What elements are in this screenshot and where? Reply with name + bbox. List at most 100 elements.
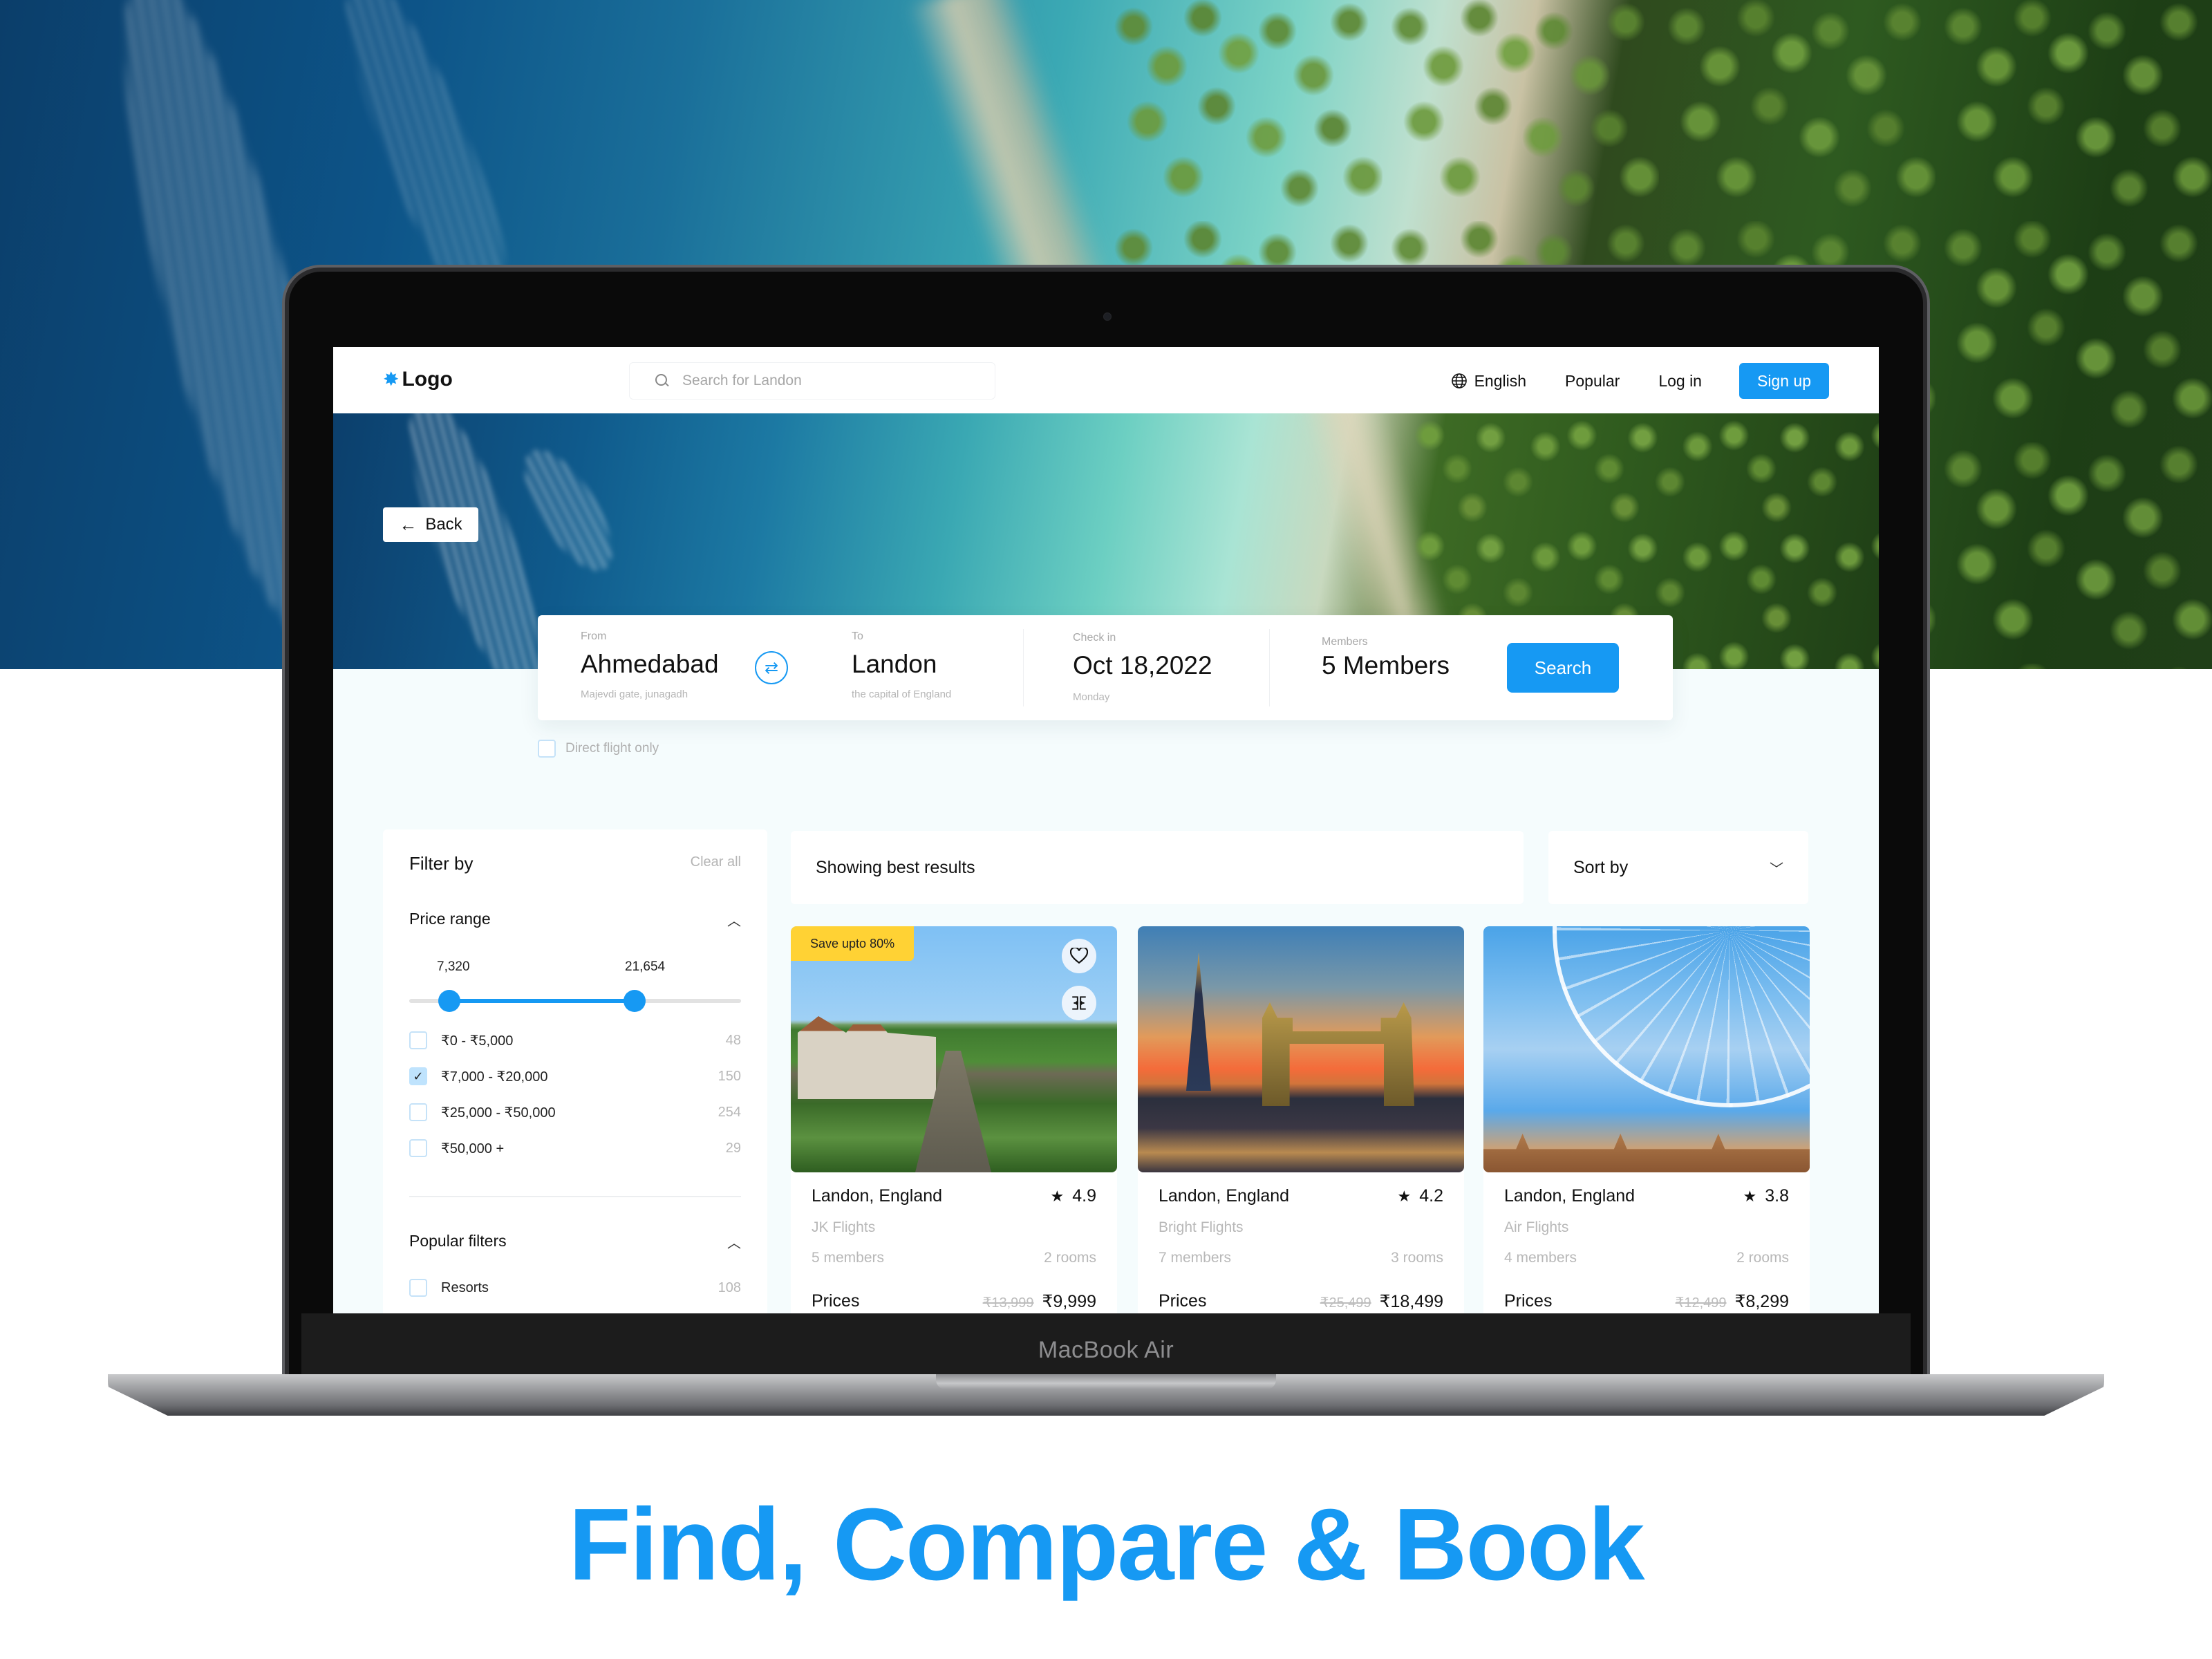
original-price: ₹12,499 [1675, 1295, 1727, 1311]
checkbox[interactable] [538, 740, 556, 758]
filter-option-label: ₹0 - ₹5,000 [441, 1033, 514, 1049]
card-title: Landon, England [812, 1186, 943, 1206]
card-members: 4 members [1504, 1250, 1577, 1266]
results-heading: Showing best results [816, 857, 975, 877]
card-prices-label: Prices [1159, 1291, 1207, 1311]
range-min-label: 7,320 [437, 959, 470, 974]
checkbox[interactable] [409, 1031, 427, 1049]
filter-title: Filter by [409, 853, 474, 874]
rating-value: 4.2 [1419, 1186, 1443, 1206]
card-rooms: 2 rooms [1736, 1250, 1789, 1266]
checkin-label: Check in [1073, 632, 1116, 644]
direct-flight-checkbox[interactable]: Direct flight only [538, 740, 659, 758]
signup-button[interactable]: Sign up [1738, 363, 1829, 399]
discount-badge: Save upto 80% [791, 926, 915, 961]
search-button[interactable]: Search [1507, 643, 1619, 693]
members-value: 5 Members [1322, 651, 1450, 679]
discounted-price: ₹8,299 [1734, 1292, 1789, 1311]
card-photo-london-eye [1483, 926, 1810, 1172]
card-rating: ★ 4.2 [1398, 1186, 1444, 1206]
webcam [1103, 312, 1112, 321]
card-rooms: 3 rooms [1391, 1250, 1443, 1266]
result-card[interactable]: Landon, England ★ 4.2 Bright Flights 7 me… [1138, 926, 1464, 1313]
surf-wave [508, 436, 628, 584]
star-icon: ★ [1050, 1187, 1065, 1205]
logo-text: Logo [402, 368, 453, 391]
favorite-button[interactable] [1062, 939, 1096, 973]
slider-thumb-min[interactable] [438, 990, 460, 1012]
card-prices-label: Prices [812, 1291, 860, 1311]
filter-option-label: ₹25,000 - ₹50,000 [441, 1105, 556, 1121]
filter-option[interactable]: Resorts 108 [409, 1277, 741, 1298]
card-price: ₹25,499 ₹18,499 [1320, 1291, 1443, 1312]
filter-option-count: 48 [725, 1032, 741, 1048]
compare-button[interactable] [1062, 986, 1096, 1020]
result-card[interactable]: Save upto 80% Landon, England ★ 4.9 JK Fl… [791, 926, 1117, 1313]
card-price: ₹13,999 ₹9,999 [983, 1291, 1096, 1312]
to-label: To [852, 630, 863, 642]
star-icon: ★ [1743, 1187, 1757, 1205]
filter-option-label: ₹7,000 - ₹20,000 [441, 1069, 548, 1085]
card-title: Landon, England [1159, 1186, 1290, 1206]
checkbox[interactable] [409, 1103, 427, 1121]
filter-option[interactable]: ₹25,000 - ₹50,000 254 [409, 1102, 741, 1123]
chevron-up-icon[interactable]: ︿ [727, 910, 741, 930]
card-members: 7 members [1159, 1250, 1232, 1266]
checkin-value: Oct 18,2022 [1073, 651, 1212, 679]
sort-dropdown[interactable]: Sort by ﹀ [1548, 831, 1808, 904]
globe-icon [1451, 373, 1467, 388]
price-range-values: 7,320 21,654 [409, 959, 741, 977]
result-card[interactable]: Landon, England ★ 3.8 Air Flights 4 membe… [1483, 926, 1810, 1313]
card-airline: JK Flights [812, 1219, 876, 1235]
original-price: ₹13,999 [982, 1295, 1034, 1311]
swap-locations-button[interactable]: ⇄ [755, 651, 788, 684]
checkbox-checked[interactable]: ✓ [409, 1067, 427, 1085]
discounted-price: ₹9,999 [1042, 1292, 1096, 1311]
nav-links: English Popular Log in Sign up [1451, 362, 1829, 400]
checkbox[interactable] [409, 1279, 427, 1297]
device-label: MacBook Air [1038, 1337, 1174, 1363]
to-subtext: the capital of England [852, 688, 952, 700]
laptop-notch [936, 1374, 1276, 1389]
from-value: Ahmedabad [581, 650, 719, 678]
card-prices-label: Prices [1504, 1291, 1553, 1311]
filter-option[interactable]: ₹50,000 + 29 [409, 1138, 741, 1159]
checkbox[interactable] [409, 1139, 427, 1157]
slider-fill [449, 999, 635, 1003]
original-price: ₹25,499 [1320, 1295, 1371, 1311]
direct-flight-label: Direct flight only [565, 741, 659, 756]
filter-option[interactable]: ✓ ₹7,000 - ₹20,000 150 [409, 1066, 741, 1087]
discounted-price: ₹18,499 [1379, 1292, 1443, 1311]
chevron-up-icon[interactable]: ︿ [727, 1232, 741, 1252]
from-subtext: Majevdi gate, junagadh [581, 688, 688, 700]
booking-search-card: From Ahmedabad Majevdi gate, junagadh ⇄ … [538, 615, 1673, 720]
back-button[interactable]: ← Back [383, 507, 478, 542]
clear-all-link[interactable]: Clear all [691, 854, 741, 870]
marketing-tagline: Find, Compare & Book [568, 1488, 1644, 1602]
divider [1269, 629, 1270, 706]
nav-popular-link[interactable]: Popular [1565, 372, 1620, 391]
logo[interactable]: ✸ Logo [383, 368, 453, 391]
filter-option-count: 254 [718, 1104, 741, 1120]
language-selector[interactable]: English [1451, 372, 1526, 391]
checkin-day: Monday [1073, 691, 1110, 703]
price-range-slider[interactable] [409, 987, 741, 1015]
card-airline: Bright Flights [1159, 1219, 1244, 1235]
filter-option[interactable]: ₹0 - ₹5,000 48 [409, 1030, 741, 1051]
swap-arrows-icon: ⇄ [764, 658, 779, 677]
filter-panel: Filter by Clear all Price range ︿ 7,320 … [383, 830, 767, 1313]
range-max-label: 21,654 [625, 959, 666, 974]
section-divider [409, 1196, 741, 1197]
search-input[interactable] [682, 373, 973, 389]
card-rooms: 2 rooms [1044, 1250, 1096, 1266]
card-title: Landon, England [1504, 1186, 1635, 1206]
search-box[interactable] [629, 362, 995, 400]
divider [1023, 629, 1024, 706]
chevron-down-icon: ﹀ [1770, 861, 1783, 877]
popular-filters-heading: Popular filters [409, 1232, 507, 1250]
members-label: Members [1322, 636, 1368, 648]
card-price: ₹12,499 ₹8,299 [1676, 1291, 1789, 1312]
check-icon: ✓ [413, 1069, 424, 1083]
nav-login-link[interactable]: Log in [1658, 372, 1702, 391]
slider-thumb-max[interactable] [624, 990, 646, 1012]
